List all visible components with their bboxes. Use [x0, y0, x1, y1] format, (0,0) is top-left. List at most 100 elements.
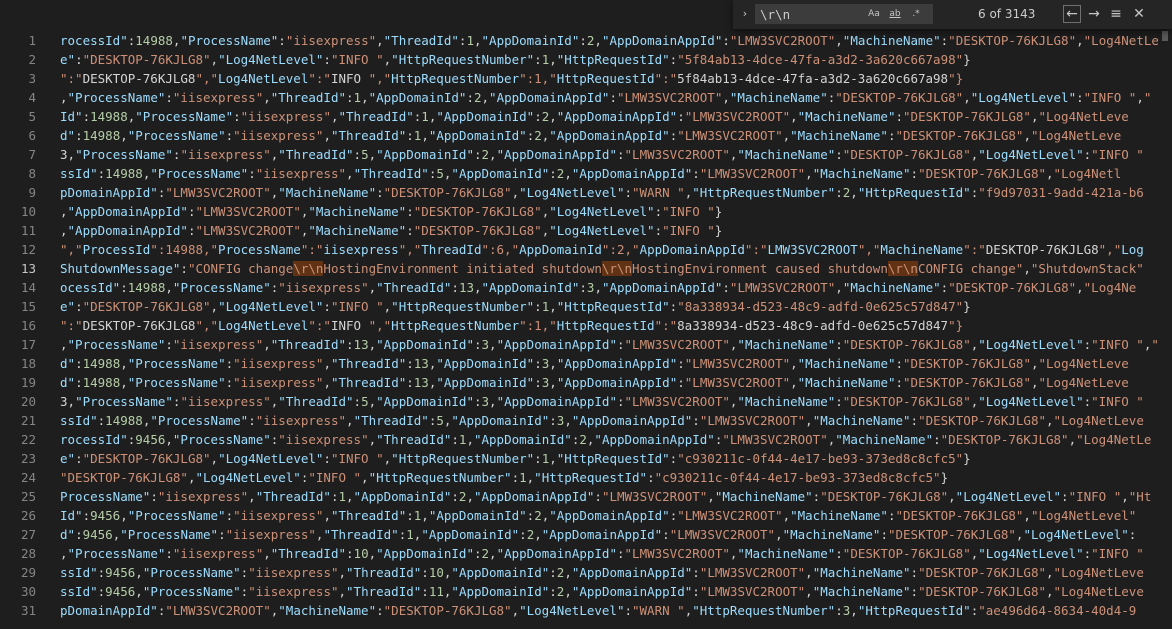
line-number: 25 — [20, 489, 36, 504]
line-number: 12 — [20, 242, 36, 257]
line-text: ,"ProcessName":"iisexpress","ThreadId":1… — [60, 546, 1144, 561]
code-line[interactable]: 8 ssId":14988,"ProcessName":"iisexpress",… — [0, 164, 1172, 183]
line-text: pDomainAppId":"LMW3SVC2ROOT","MachineNam… — [60, 185, 1144, 200]
line-number: 13 — [20, 261, 36, 276]
line-number: 23 — [20, 451, 36, 466]
code-line[interactable]: 21 ssId":14988,"ProcessName":"iisexpress"… — [0, 411, 1172, 430]
line-text: pDomainAppId":"LMW3SVC2ROOT","MachineNam… — [60, 603, 1137, 618]
line-text: Id":9456,"ProcessName":"iisexpress","Thr… — [60, 508, 1137, 523]
code-line[interactable]: 5 Id":14988,"ProcessName":"iisexpress","T… — [0, 107, 1172, 126]
line-text: d":14988,"ProcessName":"iisexpress","Thr… — [60, 375, 1129, 390]
code-line[interactable]: 29 ssId":9456,"ProcessName":"iisexpress",… — [0, 563, 1172, 582]
find-widget: › Aa ab .* 6 of 3143 ← → ≡ ✕ — [733, 0, 1172, 29]
line-text: ssId":14988,"ProcessName":"iisexpress","… — [60, 413, 1144, 428]
line-text: ,"ProcessName":"iisexpress","ThreadId":1… — [60, 337, 1159, 352]
find-input-box[interactable]: Aa ab .* — [755, 4, 933, 24]
line-text: ssId":9456,"ProcessName":"iisexpress","T… — [60, 565, 1144, 580]
code-line[interactable]: 23 e":"DESKTOP-76KJLG8","Log4NetLevel":"I… — [0, 449, 1172, 468]
code-line[interactable]: 17 ,"ProcessName":"iisexpress","ThreadId"… — [0, 335, 1172, 354]
line-text: ":"DESKTOP-76KJLG8","Log4NetLevel":"INFO… — [60, 71, 964, 86]
line-number: 29 — [20, 565, 36, 580]
line-number: 16 — [20, 318, 36, 333]
line-number: 10 — [20, 204, 36, 219]
code-line[interactable]: 11 ,"AppDomainAppId":"LMW3SVC2ROOT","Mach… — [0, 221, 1172, 240]
line-number: 9 — [28, 185, 36, 200]
code-line[interactable]: 31 pDomainAppId":"LMW3SVC2ROOT","MachineN… — [0, 601, 1172, 620]
line-number: 3 — [28, 71, 36, 86]
code-line[interactable]: 19 d":14988,"ProcessName":"iisexpress","T… — [0, 373, 1172, 392]
code-line[interactable]: 24 "DESKTOP-76KJLG8","Log4NetLevel":"INFO… — [0, 468, 1172, 487]
line-number: 15 — [20, 299, 36, 314]
find-in-selection-icon[interactable]: ≡ — [1107, 5, 1125, 23]
code-line[interactable]: 6 d":14988,"ProcessName":"iisexpress","Th… — [0, 126, 1172, 145]
line-number: 5 — [28, 109, 36, 124]
code-line[interactable]: 15 e":"DESKTOP-76KJLG8","Log4NetLevel":"I… — [0, 297, 1172, 316]
line-text: e":"DESKTOP-76KJLG8","Log4NetLevel":"INF… — [60, 299, 971, 314]
line-number: 24 — [20, 470, 36, 485]
code-line[interactable]: 26 Id":9456,"ProcessName":"iisexpress","T… — [0, 506, 1172, 525]
match-case-icon[interactable]: Aa — [866, 7, 882, 21]
line-number: 7 — [28, 147, 36, 162]
code-line[interactable]: 14 ocessId":14988,"ProcessName":"iisexpre… — [0, 278, 1172, 297]
line-number: 17 — [20, 337, 36, 352]
line-text: ":"DESKTOP-76KJLG8","Log4NetLevel":"INFO… — [60, 318, 964, 333]
line-text: ","ProcessId":14988,"ProcessName":"iisex… — [60, 242, 1144, 257]
code-line[interactable]: 28 ,"ProcessName":"iisexpress","ThreadId"… — [0, 544, 1172, 563]
close-icon[interactable]: ✕ — [1130, 5, 1148, 23]
line-number: 30 — [20, 584, 36, 599]
line-number: 8 — [28, 166, 36, 181]
code-line[interactable]: 20 3,"ProcessName":"iisexpress","ThreadId… — [0, 392, 1172, 411]
code-line[interactable]: 30 ssId":9456,"ProcessName":"iisexpress",… — [0, 582, 1172, 601]
line-text: 3,"ProcessName":"iisexpress","ThreadId":… — [60, 394, 1144, 409]
line-text: 3,"ProcessName":"iisexpress","ThreadId":… — [60, 147, 1144, 162]
line-text: ocessId":14988,"ProcessName":"iisexpress… — [60, 280, 1137, 295]
search-match-highlight: \r\n — [601, 261, 632, 276]
line-number: 2 — [28, 52, 36, 67]
code-line[interactable]: 12 ","ProcessId":14988,"ProcessName":"iis… — [0, 240, 1172, 259]
code-editor[interactable]: 1 rocessId":14988,"ProcessName":"iisexpre… — [0, 29, 1172, 629]
next-match-arrow-icon[interactable]: → — [1085, 5, 1103, 23]
code-line[interactable]: 25 ProcessName":"iisexpress","ThreadId":1… — [0, 487, 1172, 506]
code-line[interactable]: 1 rocessId":14988,"ProcessName":"iisexpre… — [0, 31, 1172, 50]
line-number: 22 — [20, 432, 36, 447]
code-line[interactable]: 13 ShutdownMessage":"CONFIG change\r\nHos… — [0, 259, 1172, 278]
match-count: 6 of 3143 — [978, 7, 1036, 21]
search-match-highlight: \r\n — [887, 261, 918, 276]
line-text: ,"AppDomainAppId":"LMW3SVC2ROOT","Machin… — [60, 204, 723, 219]
line-text: ,"AppDomainAppId":"LMW3SVC2ROOT","Machin… — [60, 223, 723, 238]
line-text: e":"DESKTOP-76KJLG8","Log4NetLevel":"INF… — [60, 52, 971, 67]
code-line[interactable]: 22 rocessId":9456,"ProcessName":"iisexpre… — [0, 430, 1172, 449]
line-text: ,"ProcessName":"iisexpress","ThreadId":1… — [60, 90, 1152, 105]
line-text: ProcessName":"iisexpress","ThreadId":1,"… — [60, 489, 1152, 504]
line-number: 14 — [20, 280, 36, 295]
whole-word-icon[interactable]: ab — [887, 7, 903, 21]
line-text: ShutdownMessage":"CONFIG change\r\nHosti… — [60, 261, 1144, 276]
line-text: rocessId":14988,"ProcessName":"iisexpres… — [60, 33, 1172, 48]
previous-match-arrow-icon[interactable]: ← — [1063, 5, 1081, 23]
code-line[interactable]: 7 3,"ProcessName":"iisexpress","ThreadId"… — [0, 145, 1172, 164]
code-line[interactable]: 27 d":9456,"ProcessName":"iisexpress","Th… — [0, 525, 1172, 544]
code-line[interactable]: 10 ,"AppDomainAppId":"LMW3SVC2ROOT","Mach… — [0, 202, 1172, 221]
line-text: "DESKTOP-76KJLG8","Log4NetLevel":"INFO "… — [60, 470, 949, 485]
code-line[interactable]: 9 pDomainAppId":"LMW3SVC2ROOT","MachineNa… — [0, 183, 1172, 202]
code-line[interactable]: 16 ":"DESKTOP-76KJLG8","Log4NetLevel":"IN… — [0, 316, 1172, 335]
code-line[interactable]: 3 ":"DESKTOP-76KJLG8","Log4NetLevel":"INF… — [0, 69, 1172, 88]
line-text: d":14988,"ProcessName":"iisexpress","Thr… — [60, 356, 1129, 371]
scrollbar-thumb[interactable] — [1162, 31, 1168, 41]
toggle-replace-chevron-icon[interactable]: › — [739, 7, 751, 21]
line-text: d":14988,"ProcessName":"iisexpress","Thr… — [60, 128, 1122, 143]
line-number: 31 — [20, 603, 36, 618]
line-number: 1 — [28, 33, 36, 48]
line-number: 28 — [20, 546, 36, 561]
code-line[interactable]: 4 ,"ProcessName":"iisexpress","ThreadId":… — [0, 88, 1172, 107]
line-number: 18 — [20, 356, 36, 371]
regex-icon[interactable]: .* — [908, 7, 924, 21]
code-line[interactable]: 2 e":"DESKTOP-76KJLG8","Log4NetLevel":"IN… — [0, 50, 1172, 69]
line-text: ssId":9456,"ProcessName":"iisexpress","T… — [60, 584, 1144, 599]
line-number: 19 — [20, 375, 36, 390]
line-number: 26 — [20, 508, 36, 523]
code-line[interactable]: 18 d":14988,"ProcessName":"iisexpress","T… — [0, 354, 1172, 373]
line-text: Id":14988,"ProcessName":"iisexpress","Th… — [60, 109, 1129, 124]
vertical-scrollbar[interactable] — [1158, 29, 1172, 629]
search-match-highlight: \r\n — [293, 261, 324, 276]
